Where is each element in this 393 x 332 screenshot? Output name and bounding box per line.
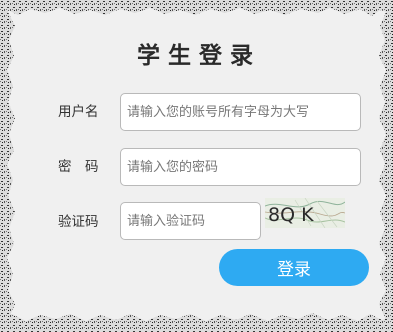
captcha-input[interactable]	[120, 202, 261, 240]
username-input[interactable]	[120, 93, 361, 131]
login-button[interactable]: 登录	[219, 249, 369, 286]
captcha-label: 验证码	[58, 214, 99, 230]
login-panel: 学生登录 用户名 密 码 验证码 8Q K 登录	[0, 0, 393, 332]
password-input[interactable]	[120, 148, 361, 186]
captcha-image[interactable]: 8Q K	[265, 198, 345, 228]
username-label: 用户名	[58, 104, 99, 120]
captcha-text: 8Q K	[268, 204, 314, 226]
page-title: 学生登录	[137, 42, 261, 69]
password-label: 密 码	[58, 159, 99, 175]
